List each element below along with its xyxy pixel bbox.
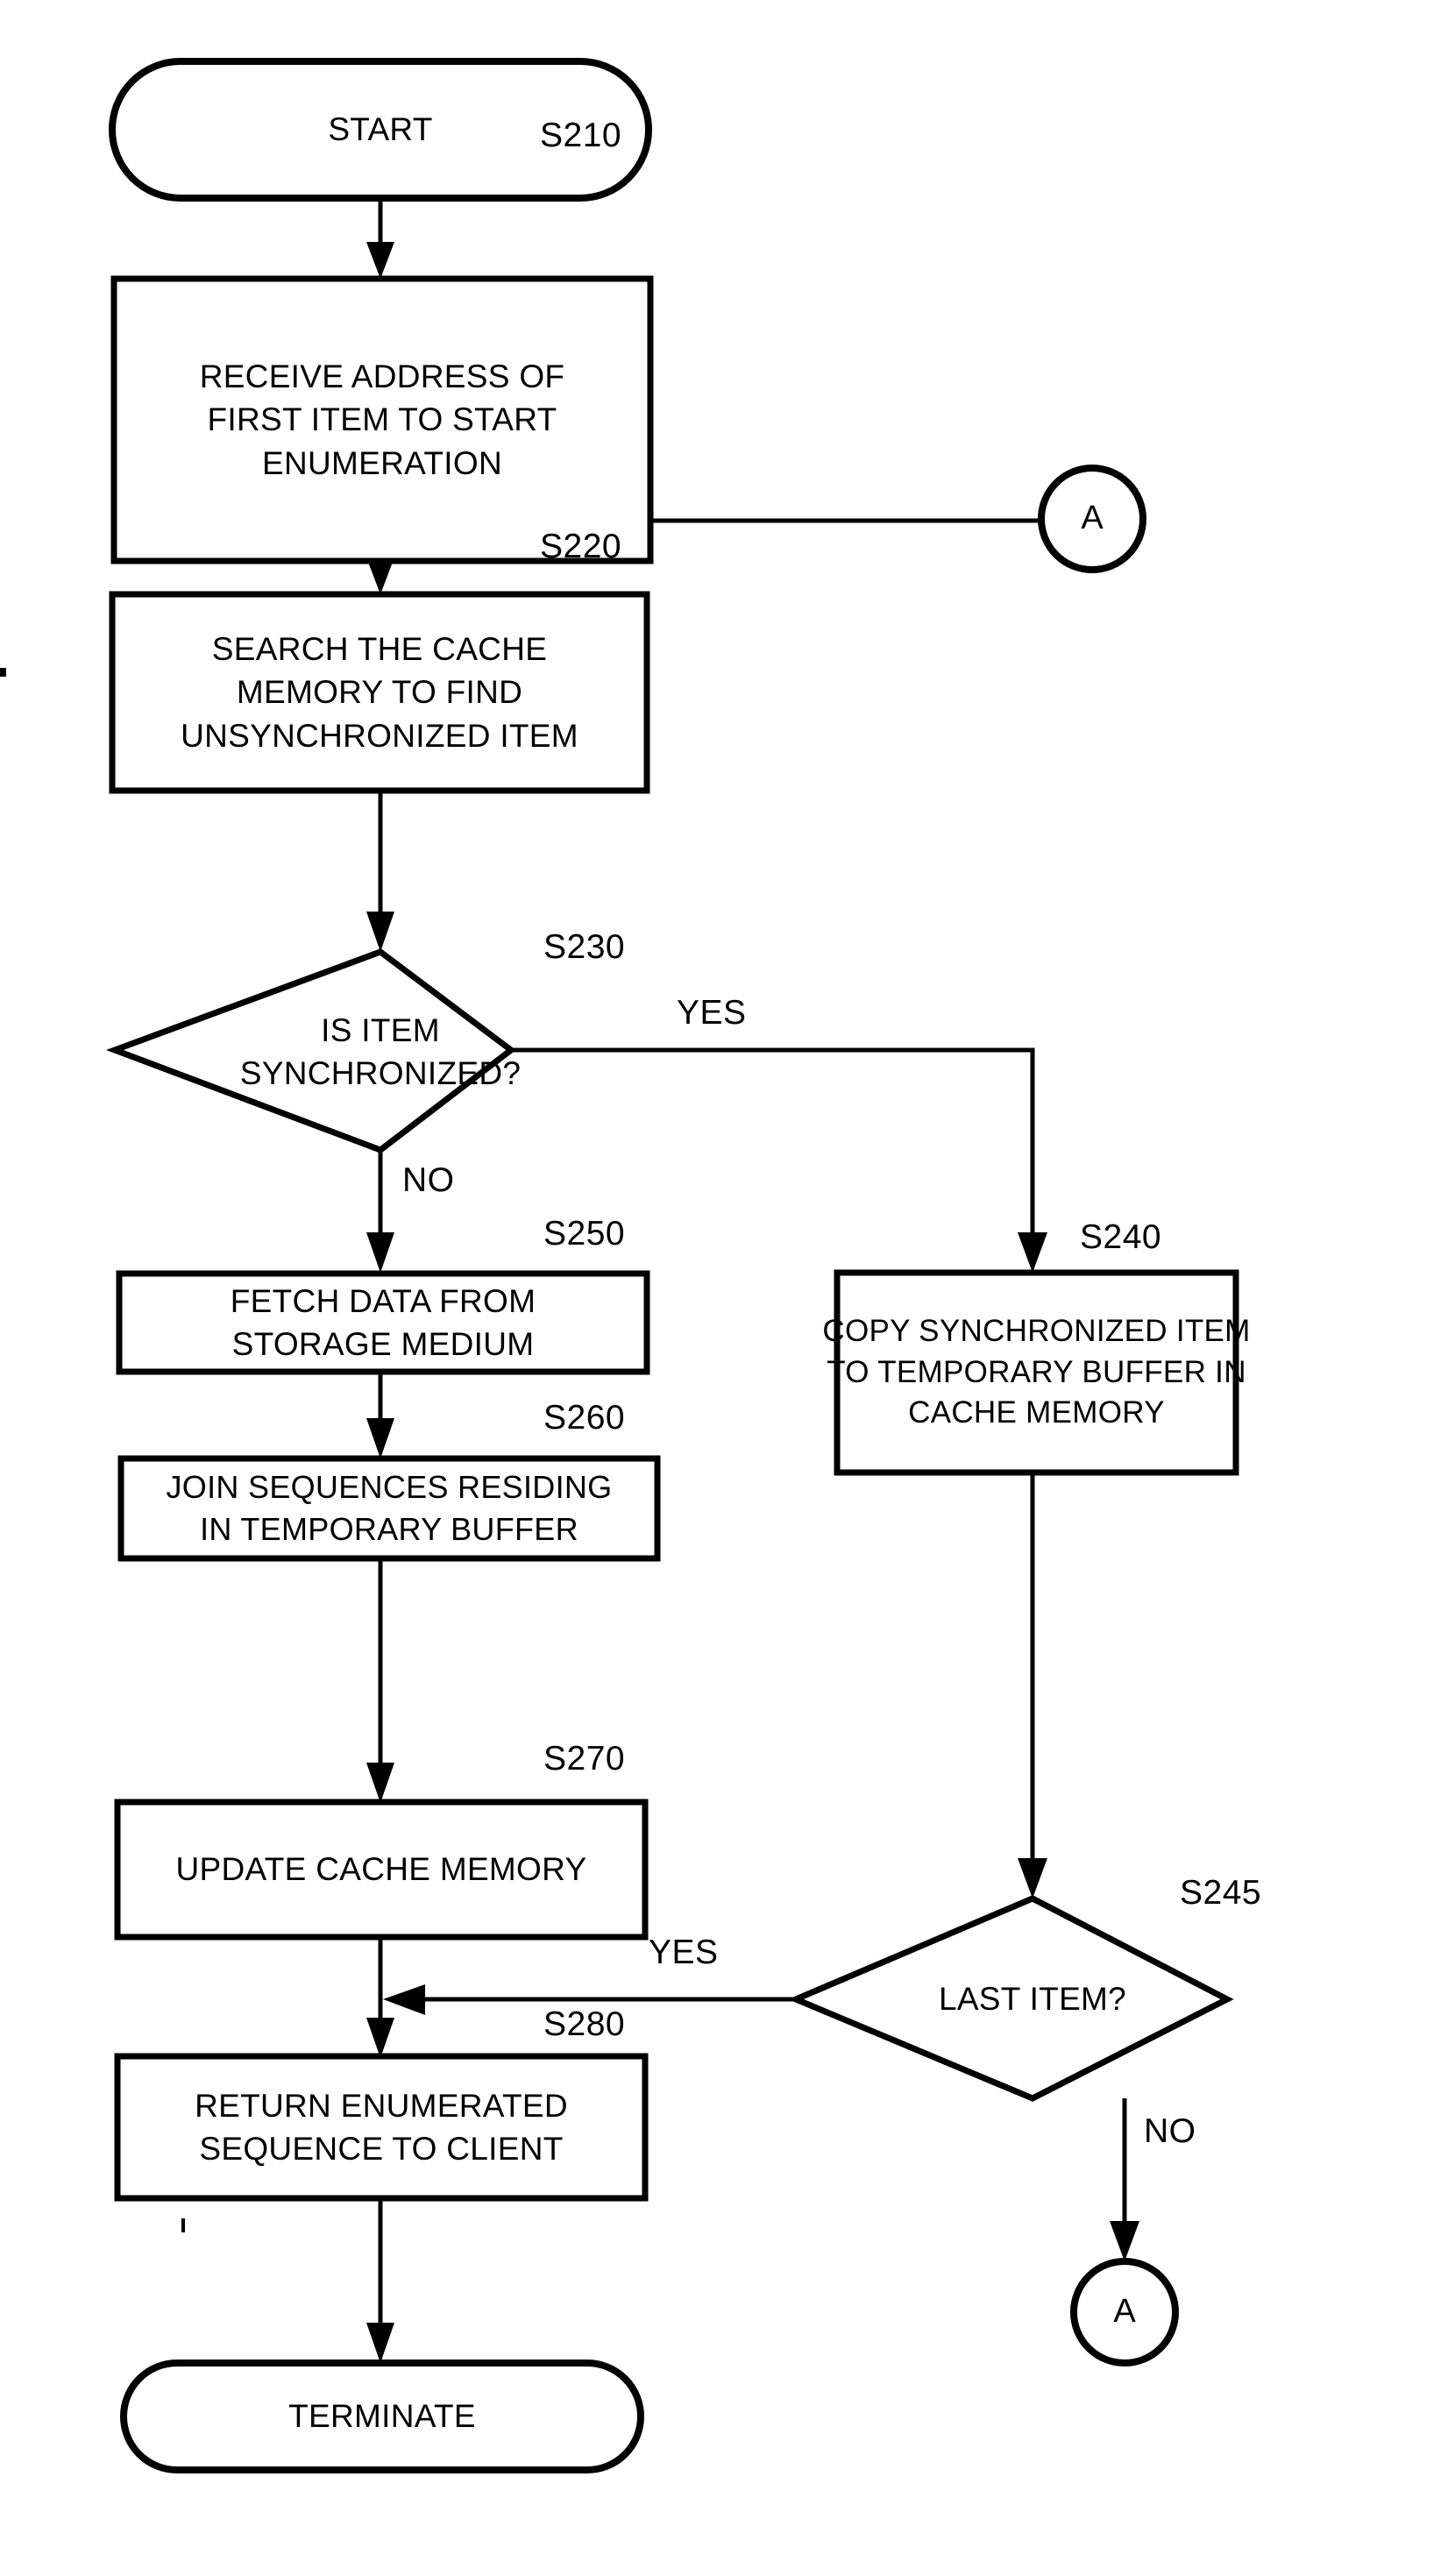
edge-label-s245-no: NO (1144, 2112, 1196, 2150)
flowchart-canvas (0, 58, 1239, 2473)
edge-label-s230-no: NO (402, 1161, 455, 1199)
flowchart-page: START RECEIVE ADDRESS OF FIRST ITEM TO S… (0, 0, 1455, 2576)
arrow-s270-to-s280 (366, 2018, 394, 2058)
node-terminate (120, 2360, 644, 2473)
node-s230 (105, 948, 516, 1153)
arrow-s230-no-to-s250 (366, 1232, 394, 1273)
step-tag-s210: S210 (540, 117, 622, 154)
step-tag-s280: S280 (543, 2005, 626, 2043)
step-tag-s220: S220 (540, 528, 622, 565)
arrow-s245-no-to-connector-a (1110, 2221, 1139, 2261)
node-connector-a-top-label: A (1081, 500, 1104, 536)
node-s260 (117, 1455, 661, 1562)
arrow-s250-to-s260 (366, 1418, 394, 1458)
node-connector-a-bottom-label: A (1113, 2293, 1136, 2330)
edge-label-s245-yes: YES (649, 1934, 719, 1971)
node-s240 (834, 1269, 1239, 1476)
node-s245 (788, 1895, 1234, 2102)
edge-label-s230-yes: YES (677, 994, 747, 1032)
step-tag-s240: S240 (1080, 1218, 1162, 1256)
node-s220 (109, 591, 650, 794)
arrow-start-to-s210 (366, 242, 394, 279)
arrow-s240-to-s245 (1018, 1858, 1047, 1898)
arrow-s245-yes-to-s280 (383, 1984, 425, 2015)
arrow-s220-to-s230 (366, 912, 394, 952)
step-tag-s270: S270 (543, 1740, 626, 1778)
arrow-s280-to-terminate (366, 2323, 394, 2363)
node-s210 (110, 275, 654, 564)
arrow-s260-to-s270 (366, 1763, 394, 1803)
scan-artifact-below-s280 (181, 2218, 185, 2232)
node-s280 (114, 2053, 649, 2202)
arrow-s230-yes-to-s240 (1018, 1232, 1047, 1273)
node-s250 (116, 1270, 650, 1375)
step-tag-s250: S250 (543, 1215, 626, 1253)
scan-artifact-left-margin (0, 668, 6, 677)
step-tag-s260: S260 (543, 1399, 626, 1437)
step-tag-s230: S230 (543, 928, 626, 966)
step-tag-s245: S245 (1180, 1874, 1262, 1912)
node-s270 (114, 1799, 649, 1941)
